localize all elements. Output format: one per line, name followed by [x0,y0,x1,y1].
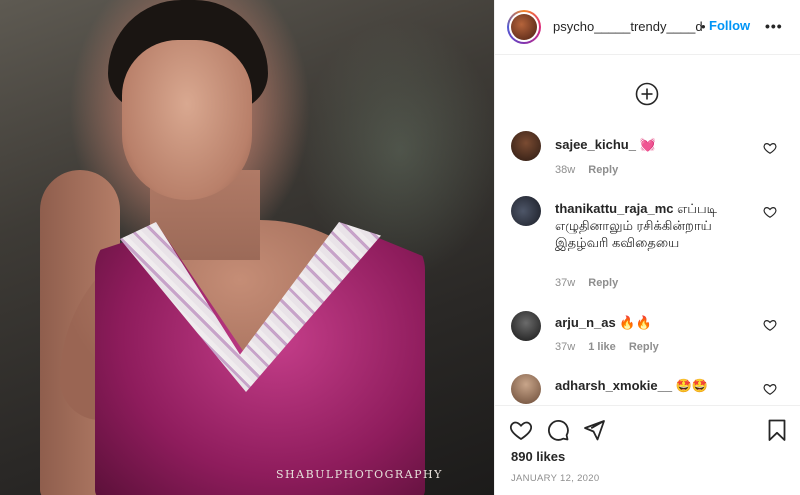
bookmark-icon[interactable] [765,418,789,442]
comment-meta: 37w 1 like Reply [555,341,669,353]
photo-watermark: SHABULPHOTOGRAPHY [276,468,443,481]
avatar-inner [509,12,539,42]
comment-content: 🤩🤩 [675,378,709,393]
more-options-icon[interactable]: ••• [765,18,783,34]
commenter-avatar[interactable] [511,311,541,341]
commenter-username[interactable]: arju_n_as [555,315,616,330]
photo-face [122,40,252,200]
reply-button[interactable]: Reply [588,164,618,176]
post-header: psycho_____trendy____dh • Follow ••• [495,0,800,55]
paper-plane-icon[interactable] [582,418,606,442]
comment-text: thanikattu_raja_mc எப்படி எழுதினாலும் ரச… [555,200,740,251]
commenter-avatar[interactable] [511,374,541,404]
reply-button[interactable]: Reply [629,341,659,353]
commenter-username[interactable]: sajee_kichu_ [555,137,636,152]
action-bar: 890 likes JANUARY 12, 2020 [495,405,800,495]
author-avatar[interactable] [507,10,541,44]
post-sidebar: psycho_____trendy____dh • Follow ••• saj… [494,0,800,495]
comment-text: arju_n_as 🔥🔥 [555,314,740,331]
reply-button[interactable]: Reply [588,277,618,289]
comment-time: 37w [555,277,576,289]
avatar-image [511,14,537,40]
comment-time: 37w [555,341,576,353]
heart-icon[interactable] [763,141,777,155]
commenter-username[interactable]: adharsh_xmokie__ [555,378,672,393]
comment-meta: 37w Reply [555,277,628,289]
author-username[interactable]: psycho_____trendy____dh [553,19,703,34]
comment-time: 38w [555,164,576,176]
commenter-username[interactable]: thanikattu_raja_mc [555,201,674,216]
like-count[interactable]: 1 like [588,341,616,353]
post-photo[interactable]: SHABULPHOTOGRAPHY [0,0,494,495]
instagram-post: SHABULPHOTOGRAPHY psycho_____trendy____d… [0,0,800,495]
heart-icon[interactable] [763,205,777,219]
post-date: JANUARY 12, 2020 [511,473,600,484]
commenter-avatar[interactable] [511,196,541,226]
likes-count[interactable]: 890 likes [511,449,565,464]
comment-text: adharsh_xmokie__ 🤩🤩 [555,377,740,394]
plus-circle-icon[interactable] [634,81,660,107]
commenter-avatar[interactable] [511,131,541,161]
header-separator: • [701,19,706,34]
comment-content: 💓 [639,137,656,152]
comment-icon[interactable] [546,418,570,442]
heart-icon[interactable] [763,318,777,332]
comment-content: 🔥🔥 [619,315,652,330]
heart-icon[interactable] [763,382,777,396]
heart-icon[interactable] [509,418,533,442]
comment-text: sajee_kichu_ 💓 [555,136,740,153]
comment-meta: 38w Reply [555,164,628,176]
follow-button[interactable]: Follow [709,18,750,33]
